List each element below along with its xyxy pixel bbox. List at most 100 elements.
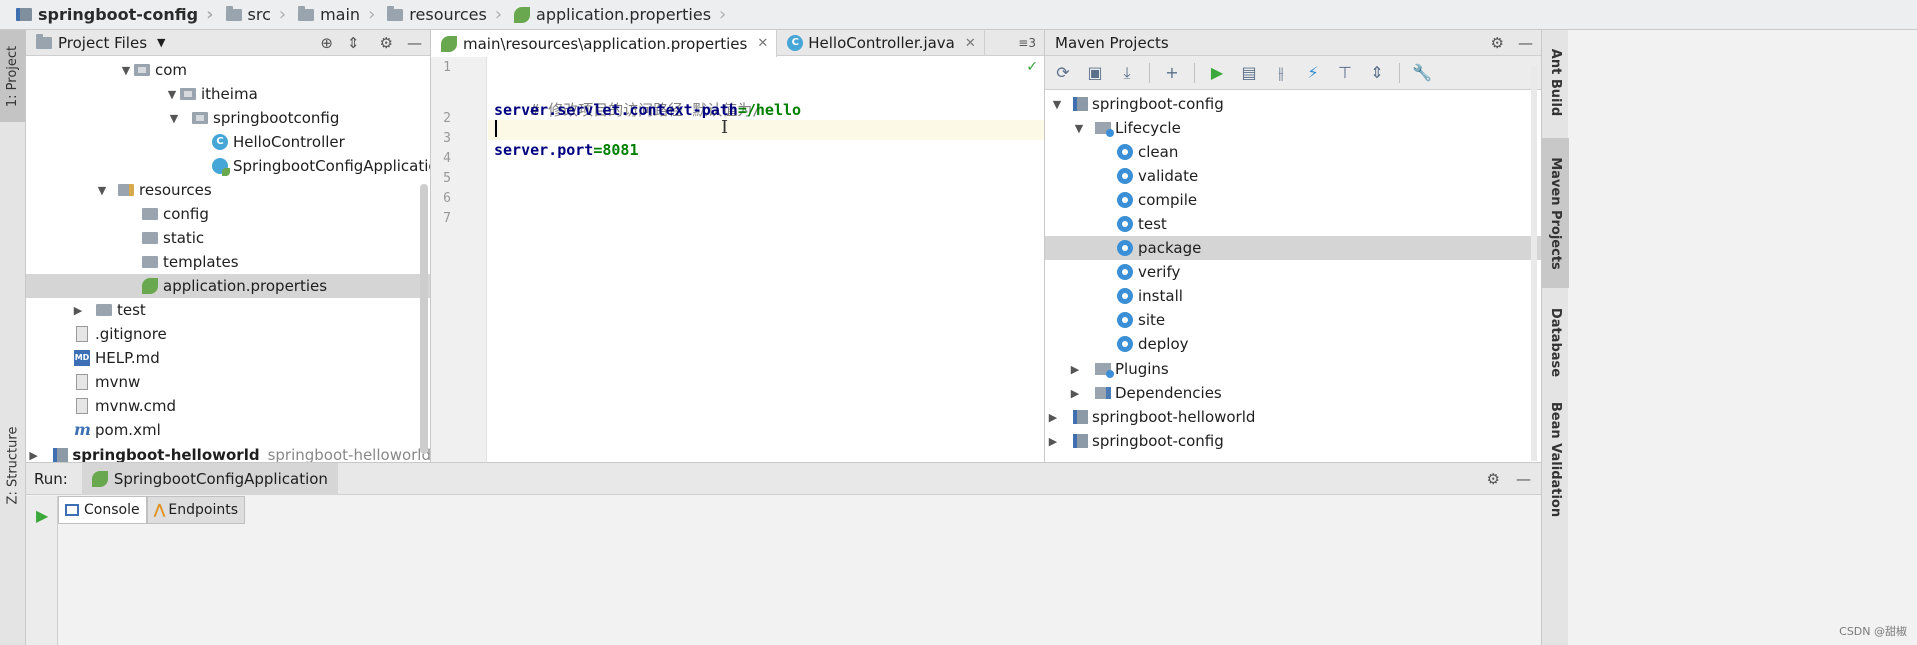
chevron-down-icon[interactable]: ▼ [118, 64, 134, 77]
maven-goal-compile[interactable]: compile [1045, 188, 1541, 212]
chevron-right-icon[interactable]: ▶ [26, 449, 41, 462]
maven-goal-site[interactable]: site [1045, 308, 1541, 332]
maven-item-springboot-config[interactable]: ▼ springboot-config [1045, 92, 1541, 116]
download-icon[interactable]: ⤓ [1117, 63, 1137, 83]
chevron-down-icon[interactable]: ▼ [157, 36, 165, 49]
maven-goal-clean[interactable]: clean [1045, 140, 1541, 164]
tree-item-springboot-helloworld[interactable]: ▶ springboot-helloworld springboot-hello… [26, 443, 430, 462]
mouse-ibeam-cursor-icon: I [721, 117, 729, 138]
tree-item-mvnw-cmd[interactable]: mvnw.cmd [26, 394, 430, 418]
execute-goal-icon[interactable]: ▤ [1239, 63, 1259, 83]
chevron-down-icon[interactable]: ▼ [1049, 98, 1065, 111]
tool-tab-structure[interactable]: Z: Structure [0, 410, 26, 520]
tree-item-springbootconfig[interactable]: ▼ springbootconfig [26, 106, 430, 130]
maven-item-dependencies[interactable]: ▶ Dependencies [1045, 381, 1541, 405]
chevron-right-icon[interactable]: ▶ [1067, 363, 1083, 376]
project-view-selector[interactable]: Project Files [58, 34, 147, 52]
code-line-current[interactable] [488, 120, 1044, 140]
skip-tests-icon[interactable]: ⚡ [1303, 63, 1323, 83]
tool-tab-maven-projects[interactable]: Maven Projects [1542, 138, 1569, 288]
gear-icon[interactable]: ⚙ [1487, 470, 1500, 488]
tool-tab-project[interactable]: 1: Project [0, 30, 26, 122]
code-line[interactable]: server.servlet.context-path=/hello [488, 100, 1044, 120]
tool-tab-database[interactable]: Database [1542, 294, 1569, 390]
close-icon[interactable]: ✕ [757, 36, 768, 51]
tab-application-properties[interactable]: main\resources\application.properties ✕ [431, 30, 778, 57]
tree-item-pom-xml[interactable]: m pom.xml [26, 418, 430, 442]
chevron-right-icon[interactable]: ▶ [1045, 411, 1061, 424]
breadcrumb-item-src[interactable]: src › [220, 0, 293, 30]
reimport-icon[interactable]: ⟳ [1053, 63, 1073, 83]
chevron-right-icon[interactable]: ▶ [70, 304, 86, 317]
maven-goal-gear-icon [1117, 264, 1133, 280]
inspection-ok-icon[interactable]: ✓ [1026, 59, 1038, 75]
minimize-icon[interactable]: — [407, 34, 422, 52]
tree-item-springbootconfigapplication[interactable]: SpringbootConfigApplication [26, 154, 430, 178]
toggle-offline-icon[interactable]: ⫲ [1271, 63, 1291, 83]
tree-item-itheima[interactable]: ▼ itheima [26, 82, 430, 106]
run-icon[interactable]: ▶ [1207, 63, 1227, 83]
dependencies-folder-icon [1095, 387, 1111, 399]
breadcrumb-item-resources[interactable]: resources › [381, 0, 508, 30]
code-line[interactable]: server.port=8081 [488, 140, 1044, 160]
gear-icon[interactable]: ⚙ [1491, 34, 1504, 52]
tree-item-hellocontroller[interactable]: C HelloController [26, 130, 430, 154]
locate-icon[interactable]: ⊕ [320, 34, 333, 52]
tree-item-test[interactable]: ▶ test [26, 298, 430, 322]
tree-item-application-properties[interactable]: application.properties [26, 274, 430, 298]
tab-overflow-button[interactable]: ≡3 [1018, 30, 1036, 56]
breadcrumb-item-file[interactable]: application.properties › [508, 0, 732, 30]
folder-icon [142, 208, 158, 220]
chevron-right-icon[interactable]: ▶ [1067, 387, 1083, 400]
tab-hellocontroller-java[interactable]: C HelloController.java ✕ [777, 30, 985, 56]
maven-item-plugins[interactable]: ▶ Plugins [1045, 357, 1541, 381]
code-line[interactable]: # 修改项目的访问路径 默认值为/ [488, 80, 1044, 119]
project-scrollbar[interactable] [420, 184, 428, 454]
tree-item-templates[interactable]: templates [26, 250, 430, 274]
tool-tab-ant-build[interactable]: Ant Build [1542, 30, 1569, 134]
tree-item-help-md[interactable]: MD HELP.md [26, 346, 430, 370]
show-dependencies-icon[interactable]: ⊤ [1335, 63, 1355, 83]
tab-endpoints[interactable]: ⋀ Endpoints [146, 496, 245, 524]
tree-item-com[interactable]: ▼ com [26, 58, 430, 82]
add-icon[interactable]: + [1162, 63, 1182, 83]
tree-item-gitignore[interactable]: .gitignore [26, 322, 430, 346]
chevron-down-icon[interactable]: ▼ [164, 88, 180, 101]
maven-item-springboot-config-2[interactable]: ▶ springboot-config [1045, 429, 1541, 453]
generate-sources-icon[interactable]: ▣ [1085, 63, 1105, 83]
maven-goal-deploy[interactable]: deploy [1045, 332, 1541, 356]
gear-icon[interactable]: ⚙ [380, 34, 393, 52]
tool-tab-bean-validation[interactable]: Bean Validation [1542, 396, 1569, 522]
maven-goal-verify[interactable]: verify [1045, 260, 1541, 284]
tree-item-mvnw[interactable]: mvnw [26, 370, 430, 394]
collapse-all-icon[interactable]: ⇕ [347, 34, 360, 52]
minimize-icon[interactable]: — [1518, 34, 1533, 52]
breadcrumb-item-project[interactable]: springboot-config › [10, 0, 220, 30]
maven-goal-test[interactable]: test [1045, 212, 1541, 236]
maven-item-lifecycle[interactable]: ▼ Lifecycle [1045, 116, 1541, 140]
maven-goal-validate[interactable]: validate [1045, 164, 1541, 188]
run-config-tab[interactable]: SpringbootConfigApplication [81, 462, 338, 495]
chevron-down-icon[interactable]: ▼ [94, 184, 110, 197]
minimize-icon[interactable]: — [1516, 470, 1531, 488]
chevron-down-icon[interactable]: ▼ [166, 112, 182, 125]
collapse-all-icon[interactable]: ⇕ [1367, 63, 1387, 83]
tree-item-config[interactable]: config [26, 202, 430, 226]
chevron-down-icon[interactable]: ▼ [1071, 122, 1087, 135]
wrench-icon[interactable]: 🔧 [1412, 63, 1432, 83]
java-class-icon: C [787, 35, 804, 51]
run-subtabs: Console ⋀ Endpoints [58, 496, 245, 524]
resources-folder-icon [387, 5, 404, 21]
maven-goal-package[interactable]: package [1045, 236, 1541, 260]
maven-goal-install[interactable]: install [1045, 284, 1541, 308]
breadcrumb-item-main[interactable]: main › [292, 0, 381, 30]
chevron-right-icon[interactable]: ▶ [1045, 435, 1061, 448]
tree-item-resources[interactable]: ▼ resources [26, 178, 430, 202]
maven-item-springboot-helloworld[interactable]: ▶ springboot-helloworld [1045, 405, 1541, 429]
tab-console[interactable]: Console [58, 496, 147, 524]
rerun-icon[interactable]: ▶ [36, 506, 48, 525]
close-icon[interactable]: ✕ [965, 36, 976, 51]
maven-scrollbar[interactable] [1531, 66, 1537, 461]
maven-panel: Maven Projects ⚙ — ⟳ ▣ ⤓ + ▶ ▤ ⫲ ⚡ ⊤ ⇕ 🔧… [1045, 30, 1541, 462]
tree-item-static[interactable]: static [26, 226, 430, 250]
